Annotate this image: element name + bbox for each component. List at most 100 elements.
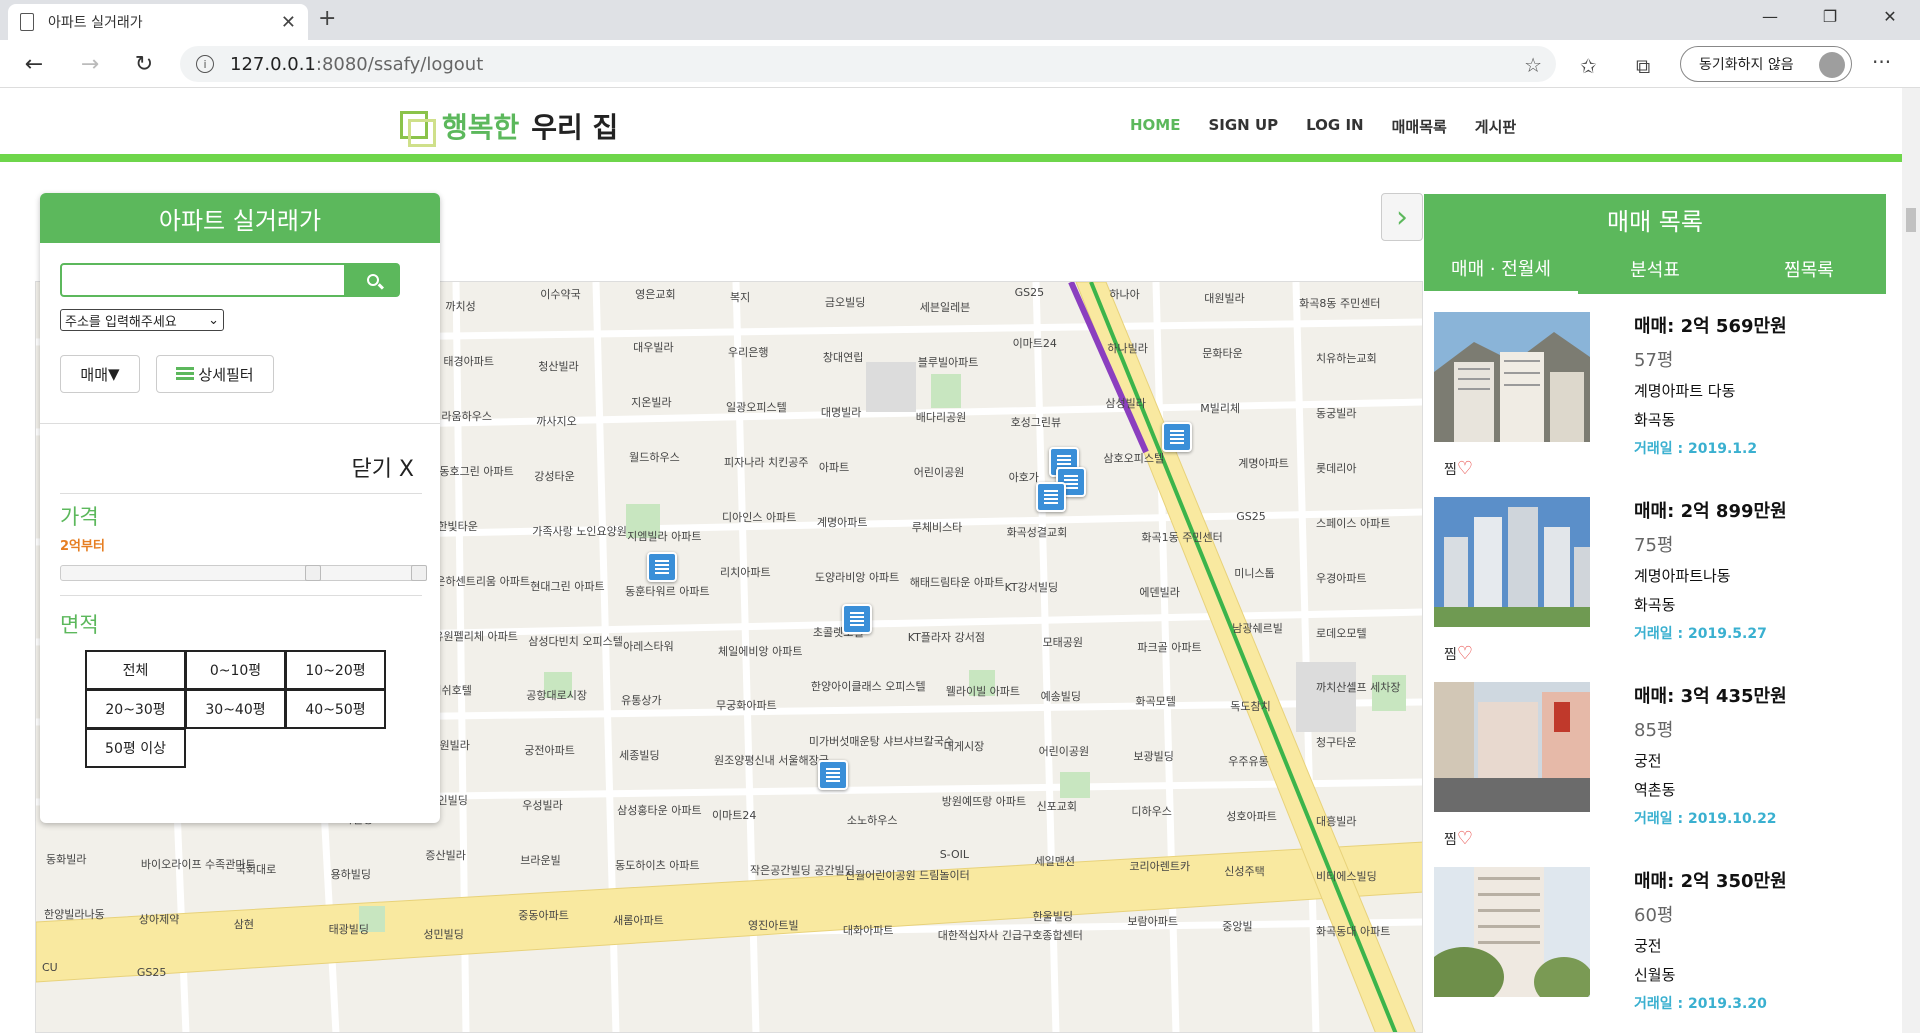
menu-login[interactable]: LOG IN [1306,116,1363,137]
map-place-label: KT강서빌딩 [1004,580,1059,594]
refresh-icon[interactable]: ↻ [130,50,158,78]
apartment-marker[interactable] [818,760,848,790]
deal-area: 60평 [1634,905,1674,926]
deal-type-button[interactable]: 매매 ▼ [60,355,140,393]
heart-icon[interactable]: ♡ [1457,458,1473,479]
tab-favorites[interactable]: 찜목록 [1732,244,1886,294]
area-option-all[interactable]: 전체 [85,650,186,690]
apartment-marker[interactable] [647,552,677,582]
map-place-label: 동훈타워르 아파트 [625,584,710,598]
window-close-icon[interactable]: ✕ [1860,0,1920,32]
search-input[interactable] [60,263,346,297]
tab-deal-rent[interactable]: 매매 · 전월세 [1424,244,1578,294]
favorite-toggle[interactable]: 찜♡ [1444,458,1473,479]
deal-price: 매매: 2억 899만원 [1634,501,1787,522]
map-place-label: 어린이공원 [1038,745,1090,759]
dong-name: 역촌동 [1634,781,1676,799]
avatar [1819,52,1845,78]
window-controls: — ❐ ✕ [1740,0,1920,32]
map-place-label: 계명아파트 [1238,456,1289,470]
deal-list-title: 매매 목록 [1607,207,1703,236]
new-tab-icon[interactable]: + [318,6,336,31]
scrollbar-thumb[interactable] [1906,208,1916,232]
address-select[interactable]: 주소를 입력해주세요 ⌄ [60,309,224,331]
browser-tab[interactable]: 아파트 실거래가 ✕ [8,4,308,40]
divider [40,423,440,424]
menu-home[interactable]: HOME [1130,116,1180,137]
logo[interactable]: 행복한 우리 집 [400,106,618,147]
deal-info: 매매: 2억 899만원 75평 계명아파트나동 화곡동 거래일 : 2019.… [1634,497,1787,643]
close-filter-button[interactable]: 닫기 X [351,451,414,483]
map-place-label: 국회대로 [235,863,277,877]
map-place-label: 영은교회 [635,288,676,301]
map-place-label: 태경아파트 [443,354,495,368]
map-place-label: 유원펠리체 아파트 [433,629,518,643]
heart-icon[interactable]: ♡ [1457,643,1473,664]
apartment-photo [1434,497,1590,627]
favorite-star-icon[interactable]: ☆ [1524,53,1542,77]
map-place-label: 신월어린이공원 드림놀이터 [844,869,970,883]
area-option-0-10[interactable]: 0~10평 [185,650,286,690]
favorites-icon[interactable]: ✩ [1580,54,1597,78]
slider-handle-max[interactable] [411,565,427,581]
map-place-label: 이마트24 [1012,336,1057,350]
map-place-label: 청산빌라 [538,359,579,373]
collections-icon[interactable]: ⧉ [1636,54,1650,78]
slider-handle-min[interactable] [305,565,321,581]
area-option-50-plus[interactable]: 50평 이상 [85,728,186,768]
map-place-label: 한빛타운 [437,519,478,533]
map-place-label: 계명아파트 [816,515,868,529]
detail-filter-button[interactable]: 상세필터 [156,355,274,393]
map-place-label: 브라운빌 [520,854,561,868]
map-place-label: 이수약국 [540,288,581,301]
apartment-name: 궁전 [1634,752,1662,770]
tab-analysis[interactable]: 분석표 [1578,244,1732,294]
area-option-20-30[interactable]: 20~30평 [85,689,186,729]
menu-deal-list[interactable]: 매매목록 [1392,116,1447,137]
map-place-label: GS25 [136,966,167,980]
menu-signup[interactable]: SIGN UP [1208,116,1278,137]
map-place-label: 현대그린 아파트 [530,579,605,593]
map-place-label: 신포교회 [1036,800,1078,814]
forward-icon[interactable]: → [76,50,104,78]
map-place-label: 한울빌딩 [1032,910,1074,924]
divider [60,493,422,494]
map-place-label: 삼성다빈치 오피스텔 [528,634,623,648]
area-option-10-20[interactable]: 10~20평 [285,650,386,690]
apartment-marker[interactable] [842,604,872,634]
restore-icon[interactable]: ❐ [1800,0,1860,32]
chevron-down-icon: ⌄ [208,312,219,328]
map-place-label: 디아인스 아파트 [722,510,797,524]
close-tab-icon[interactable]: ✕ [281,12,296,33]
favorite-toggle[interactable]: 찜♡ [1444,828,1473,849]
search-button[interactable] [346,263,400,297]
area-option-30-40[interactable]: 30~40평 [185,689,286,729]
apartment-marker[interactable] [1162,422,1192,452]
back-icon[interactable]: ← [20,50,48,78]
page-scrollbar[interactable] [1902,88,1920,1033]
favorite-toggle[interactable]: 찜♡ [1444,643,1473,664]
map-place-label: 용하빌딩 [330,868,372,882]
minimize-icon[interactable]: — [1740,0,1800,32]
apartment-marker[interactable] [1036,482,1066,512]
map-place-label: 보광빌딩 [1133,750,1174,764]
more-menu-icon[interactable]: ··· [1872,50,1891,74]
sync-button[interactable]: 동기화하지 않음 [1680,46,1852,82]
collapse-panel-button[interactable]: › [1381,193,1423,241]
heart-icon[interactable]: ♡ [1457,828,1473,849]
map-place-label: 호성그린뷰 [1010,415,1062,429]
url-field[interactable]: i 127.0.0.1:8080/ssafy/logout ☆ [180,46,1556,82]
price-slider[interactable] [60,565,427,581]
menu-board[interactable]: 게시판 [1475,116,1516,137]
map-place-label: 대한적십자사 긴급구호종합센터 [937,929,1083,943]
list-item[interactable]: 매매: 3억 435만원 85평 궁전 역촌동 거래일 : 2019.10.22… [1434,682,1874,867]
list-item[interactable]: 매매: 2억 899만원 75평 계명아파트나동 화곡동 거래일 : 2019.… [1434,497,1874,682]
map-place-label: 화곡동대 아파트 [1316,925,1391,939]
map-place-label: 우성빌라 [522,799,563,813]
dong-name: 화곡동 [1634,596,1676,614]
list-item[interactable]: 매매: 2억 569만원 57평 계명아파트 다동 화곡동 거래일 : 2019… [1434,312,1874,497]
list-item[interactable]: 매매: 2억 350만원 60평 궁전 신월동 거래일 : 2019.3.20 [1434,867,1874,1033]
page: 행복한 우리 집 HOME SIGN UP LOG IN 매매목록 게시판 까치… [0,88,1902,1033]
area-option-40-50[interactable]: 40~50평 [285,689,386,729]
info-icon[interactable]: i [196,55,214,73]
